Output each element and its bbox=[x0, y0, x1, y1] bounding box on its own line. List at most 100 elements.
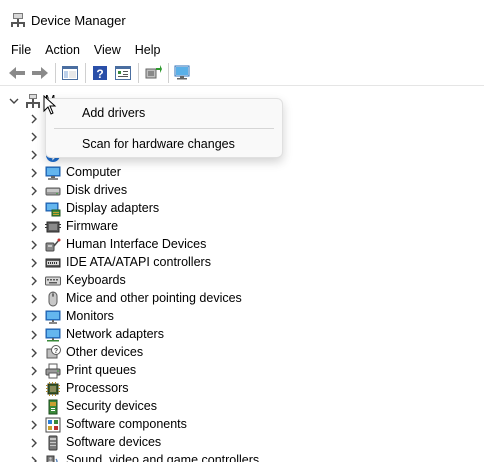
tree-category-item[interactable]: IDE ATA/ATAPI controllers bbox=[0, 254, 484, 272]
chevron-right-icon[interactable] bbox=[29, 312, 39, 322]
tree-category-item[interactable]: Print queues bbox=[0, 362, 484, 380]
tree-category-item[interactable]: Network adapters bbox=[0, 326, 484, 344]
keyboard-icon bbox=[45, 276, 61, 286]
software-device-icon bbox=[48, 435, 58, 451]
tree-category-item[interactable]: Firmware bbox=[0, 218, 484, 236]
tree-category-item[interactable]: Human Interface Devices bbox=[0, 236, 484, 254]
tree-category-item[interactable]: Keyboards bbox=[0, 272, 484, 290]
tree-category-item[interactable]: Processors bbox=[0, 380, 484, 398]
tree-category-label: Software devices bbox=[66, 435, 162, 449]
chevron-right-icon[interactable] bbox=[29, 204, 39, 214]
tree-category-item[interactable]: Display adapters bbox=[0, 200, 484, 218]
tree-category-label: Network adapters bbox=[66, 327, 164, 341]
other-devices-icon: ? bbox=[46, 345, 61, 359]
back-arrow-icon bbox=[9, 66, 25, 79]
security-device-icon bbox=[48, 399, 58, 415]
chevron-right-icon[interactable] bbox=[29, 438, 39, 448]
firmware-icon bbox=[45, 221, 61, 233]
add-drivers-menu-item[interactable]: Add drivers bbox=[82, 106, 145, 120]
toolbar: ? bbox=[0, 60, 484, 86]
ide-controller-icon bbox=[45, 258, 61, 268]
chevron-right-icon[interactable] bbox=[29, 168, 39, 178]
processor-icon bbox=[46, 382, 60, 396]
context-menu-separator bbox=[54, 128, 274, 129]
computer-root-icon bbox=[26, 94, 40, 108]
chevron-right-icon[interactable] bbox=[29, 114, 39, 124]
scan-hardware-button[interactable] bbox=[172, 62, 194, 84]
tree-category-label: Sound, video and game controllers bbox=[66, 453, 260, 462]
chevron-right-icon[interactable] bbox=[29, 366, 39, 376]
printer-icon bbox=[45, 363, 61, 379]
show-hide-console-tree-icon bbox=[62, 65, 78, 80]
toolbar-separator bbox=[168, 62, 169, 83]
tree-category-label: IDE ATA/ATAPI controllers bbox=[66, 255, 211, 269]
chevron-right-icon[interactable] bbox=[29, 258, 39, 268]
svg-text:?: ? bbox=[96, 67, 103, 81]
chevron-right-icon[interactable] bbox=[29, 348, 39, 358]
context-menu: Add drivers Scan for hardware changes bbox=[45, 98, 283, 158]
show-hide-tree-button[interactable] bbox=[59, 62, 81, 84]
tree-category-label: Security devices bbox=[66, 399, 158, 413]
hid-icon bbox=[45, 238, 61, 252]
tree-category-label: Keyboards bbox=[66, 273, 126, 287]
menu-bar: File Action View Help bbox=[0, 40, 484, 60]
properties-button[interactable] bbox=[112, 62, 134, 84]
chevron-right-icon[interactable] bbox=[29, 240, 39, 250]
tree-category-label: Other devices bbox=[66, 345, 144, 359]
chevron-right-icon[interactable] bbox=[29, 132, 39, 142]
update-driver-icon bbox=[145, 64, 162, 78]
tree-category-item[interactable]: Disk drives bbox=[0, 182, 484, 200]
tree-category-label: Human Interface Devices bbox=[66, 237, 207, 251]
tree-category-label: Display adapters bbox=[66, 201, 160, 215]
svg-text:?: ? bbox=[54, 348, 58, 355]
menu-action[interactable]: Action bbox=[38, 43, 87, 57]
monitor-icon bbox=[45, 310, 61, 324]
scan-hardware-icon bbox=[174, 65, 190, 79]
chevron-right-icon[interactable] bbox=[29, 150, 39, 160]
window-title: Device Manager bbox=[31, 12, 126, 28]
tree-category-item[interactable]: Monitors bbox=[0, 308, 484, 326]
chevron-right-icon[interactable] bbox=[29, 420, 39, 430]
scan-hardware-menu-item[interactable]: Scan for hardware changes bbox=[82, 137, 235, 151]
disk-drive-icon bbox=[45, 187, 61, 196]
menu-file[interactable]: File bbox=[4, 43, 38, 57]
chevron-right-icon[interactable] bbox=[29, 384, 39, 394]
help-button[interactable]: ? bbox=[89, 62, 111, 84]
tree-category-label: Disk drives bbox=[66, 183, 128, 197]
software-component-icon bbox=[45, 417, 61, 433]
chevron-right-icon[interactable] bbox=[29, 456, 39, 462]
chevron-right-icon[interactable] bbox=[29, 402, 39, 412]
title-bar: Device Manager bbox=[0, 0, 484, 40]
menu-help[interactable]: Help bbox=[128, 43, 168, 57]
tree-category-label: Monitors bbox=[66, 309, 114, 323]
chevron-down-icon[interactable] bbox=[9, 96, 19, 106]
sound-icon bbox=[46, 455, 58, 462]
chevron-right-icon[interactable] bbox=[29, 186, 39, 196]
chevron-right-icon[interactable] bbox=[29, 330, 39, 340]
forward-arrow-icon bbox=[32, 66, 48, 79]
display-adapter-icon bbox=[45, 202, 61, 217]
update-driver-button[interactable] bbox=[142, 62, 164, 84]
help-icon: ? bbox=[93, 65, 107, 81]
tree-category-label: Computer bbox=[66, 165, 121, 179]
back-button[interactable] bbox=[6, 62, 28, 84]
forward-button[interactable] bbox=[29, 62, 51, 84]
tree-category-item[interactable]: Software components bbox=[0, 416, 484, 434]
tree-category-item[interactable]: Sound, video and game controllers bbox=[0, 452, 484, 462]
mouse-cursor-icon bbox=[43, 95, 57, 115]
tree-category-label: Software components bbox=[66, 417, 187, 431]
tree-category-item[interactable]: Mice and other pointing devices bbox=[0, 290, 484, 308]
chevron-right-icon[interactable] bbox=[29, 294, 39, 304]
tree-category-item[interactable]: ? Other devices bbox=[0, 344, 484, 362]
chevron-right-icon[interactable] bbox=[29, 276, 39, 286]
tree-category-label: Print queues bbox=[66, 363, 137, 377]
mouse-icon bbox=[48, 291, 58, 307]
tree-category-item[interactable]: Software devices bbox=[0, 434, 484, 452]
network-adapter-icon bbox=[45, 328, 61, 342]
toolbar-separator bbox=[85, 62, 86, 83]
tree-category-item[interactable]: Computer bbox=[0, 164, 484, 182]
device-manager-icon bbox=[11, 13, 25, 27]
tree-category-item[interactable]: Security devices bbox=[0, 398, 484, 416]
chevron-right-icon[interactable] bbox=[29, 222, 39, 232]
menu-view[interactable]: View bbox=[87, 43, 128, 57]
